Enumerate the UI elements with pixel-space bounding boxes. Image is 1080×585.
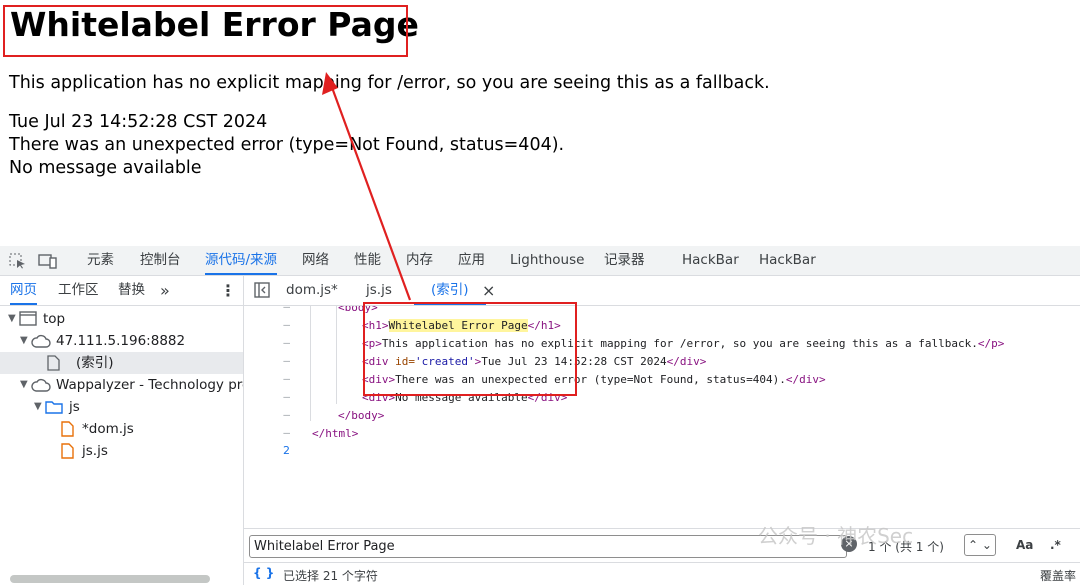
cloud-icon [31, 334, 51, 348]
more-tabs-icon[interactable]: » [160, 276, 170, 305]
editor-tab-js-js[interactable]: js.js [366, 276, 392, 305]
device-toolbar-icon[interactable] [38, 253, 57, 269]
toggle-navigator-icon[interactable] [254, 276, 270, 305]
code-line-html-close: </html> [312, 427, 359, 440]
expand-triangle-icon[interactable]: ▼ [20, 374, 28, 396]
match-case-button[interactable]: Aa [1016, 538, 1033, 552]
expand-triangle-icon[interactable]: ▼ [8, 308, 16, 330]
pretty-print-icon[interactable]: { } [253, 566, 274, 580]
devtools-panel: 元素 控制台 源代码/来源 网络 性能 内存 应用 Lighthouse 记录器… [0, 246, 1080, 585]
tab-performance[interactable]: 性能 [354, 246, 381, 275]
status-bar: { } 已选择 21 个字符 覆盖率 [244, 562, 1080, 585]
line-marker: – [283, 306, 290, 313]
watermark-text: 公众号 · 神农Sec [758, 524, 914, 548]
title-highlight-box [3, 5, 408, 57]
tab-lighthouse[interactable]: Lighthouse [510, 246, 584, 275]
tree-label-host: 47.111.5.196:8882 [56, 333, 186, 349]
line-marker: – [283, 354, 290, 367]
tree-label-js-js: js.js [82, 443, 108, 459]
tree-item-top[interactable]: ▼ top [0, 308, 243, 330]
indent-guide [336, 306, 337, 404]
editor-tab-index[interactable]: (索引) [414, 276, 486, 305]
sidebar-tab-page[interactable]: 网页 [10, 276, 37, 305]
line-marker: – [283, 336, 290, 349]
message-text: No message available [9, 158, 202, 178]
folder-icon [45, 401, 63, 414]
indent-guide [310, 306, 311, 421]
line-marker: – [283, 318, 290, 331]
code-line-body-close: </body> [338, 409, 385, 422]
tab-network[interactable]: 网络 [302, 246, 329, 275]
close-tab-icon[interactable]: × [482, 276, 495, 305]
tree-item-extension[interactable]: ▼ Wappalyzer - Technology prof [0, 374, 243, 396]
chevron-down-icon[interactable]: ⌄ [982, 538, 992, 552]
devtools-tab-bar: 元素 控制台 源代码/来源 网络 性能 内存 应用 Lighthouse 记录器… [0, 246, 1080, 276]
inspect-element-icon[interactable] [9, 253, 27, 269]
code-highlight-box [363, 302, 577, 396]
frame-icon [19, 311, 37, 326]
js-file-icon [61, 443, 74, 459]
tab-application[interactable]: 应用 [458, 246, 485, 275]
coverage-status[interactable]: 覆盖率 [1040, 567, 1076, 584]
tab-hackbar-1[interactable]: HackBar [682, 246, 739, 275]
line-number: 2 [283, 444, 290, 457]
tree-item-index[interactable]: (索引) [0, 352, 243, 374]
sidebar-tab-bar: 网页 工作区 替换 » ⋮ [0, 276, 244, 306]
search-bar: Whitelabel Error Page × 1 个 (共 1 个) ⌃ ⌄ … [244, 528, 1080, 562]
tree-label-top: top [43, 311, 66, 327]
tab-memory[interactable]: 内存 [406, 246, 433, 275]
line-marker: – [283, 408, 290, 421]
tree-item-js-js[interactable]: js.js [0, 440, 243, 462]
error-text: There was an unexpected error (type=Not … [9, 135, 565, 155]
regex-button[interactable]: .* [1050, 538, 1061, 552]
expand-triangle-icon[interactable]: ▼ [20, 330, 28, 352]
tree-label-dom-js: *dom.js [82, 421, 134, 437]
sources-sidebar: 网页 工作区 替换 » ⋮ ▼ top ▼ 47.111.5.196:8882 … [0, 276, 244, 585]
tree-item-dom-js[interactable]: *dom.js [0, 418, 243, 440]
tree-label-index: (索引) [76, 355, 114, 371]
js-file-icon [61, 421, 74, 437]
editor-tab-dom-js[interactable]: dom.js* [286, 276, 338, 305]
line-marker: – [283, 426, 290, 439]
more-options-icon[interactable]: ⋮ [220, 276, 236, 305]
tree-label-js: js [69, 399, 80, 415]
fallback-text: This application has no explicit mapping… [9, 73, 770, 93]
tree-item-host[interactable]: ▼ 47.111.5.196:8882 [0, 330, 243, 352]
search-nav-buttons: ⌃ ⌄ [964, 534, 996, 556]
sidebar-scrollbar[interactable] [10, 575, 210, 583]
chevron-up-icon[interactable]: ⌃ [968, 538, 978, 552]
line-marker: – [283, 390, 290, 403]
sidebar-tab-overrides[interactable]: 替换 [118, 276, 145, 305]
tree-label-extension: Wappalyzer - Technology prof [56, 377, 243, 393]
tab-elements[interactable]: 元素 [87, 246, 114, 275]
expand-triangle-icon[interactable]: ▼ [34, 396, 42, 418]
cloud-icon [31, 378, 51, 392]
line-marker: – [283, 372, 290, 385]
file-icon [47, 355, 60, 371]
tab-console[interactable]: 控制台 [140, 246, 181, 275]
tab-sources[interactable]: 源代码/来源 [205, 246, 278, 275]
tree-item-js-folder[interactable]: ▼ js [0, 396, 243, 418]
tab-hackbar-2[interactable]: HackBar [759, 246, 816, 275]
selection-status: 已选择 21 个字符 [283, 569, 378, 583]
timestamp-text: Tue Jul 23 14:52:28 CST 2024 [9, 112, 268, 132]
tab-recorder[interactable]: 记录器 [604, 246, 645, 275]
sidebar-tab-workspace[interactable]: 工作区 [58, 276, 99, 305]
